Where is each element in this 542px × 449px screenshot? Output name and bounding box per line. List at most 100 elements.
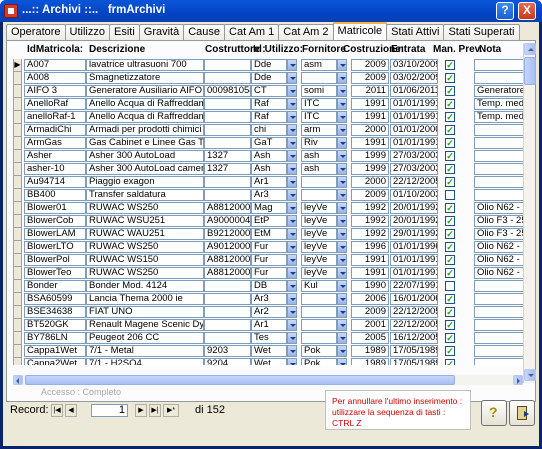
matricola-cell[interactable]: BY786LN: [24, 332, 86, 344]
utilizzo-combo[interactable]: Raf: [251, 98, 297, 110]
fornitore-combo[interactable]: ash: [301, 150, 347, 162]
matricola-cell[interactable]: BT520GK: [24, 319, 86, 331]
record-selector[interactable]: [13, 267, 22, 280]
utilizzo-combo[interactable]: Dde: [251, 72, 297, 84]
horizontal-scrollbar[interactable]: [13, 375, 523, 385]
costruttore-cell[interactable]: [204, 176, 251, 188]
fornitore-cell[interactable]: leyVe: [301, 215, 337, 227]
chevron-down-icon[interactable]: [287, 332, 297, 344]
table-row[interactable]: AIFO 3Generatore Ausiliario AIFO 160 Kw0…: [13, 85, 523, 98]
costruttore-cell[interactable]: A881200028: [204, 202, 251, 214]
descrizione-cell[interactable]: RUWAC WSU251: [86, 215, 204, 227]
chevron-down-icon[interactable]: [337, 319, 347, 331]
table-row[interactable]: Asher Asher 300 AutoLoad 1327 Ash ash 1999 27/…: [13, 150, 523, 163]
fornitore-combo[interactable]: Pok: [301, 345, 347, 357]
entrata-cell[interactable]: 01/01/1996: [390, 241, 438, 253]
utilizzo-cell[interactable]: EtM: [251, 228, 287, 240]
horizontal-scroll-thumb[interactable]: [25, 375, 455, 385]
chevron-down-icon[interactable]: [337, 137, 347, 149]
costruzione-cell[interactable]: 1991: [351, 98, 389, 110]
tab-utilizzo[interactable]: Utilizzo: [64, 24, 110, 40]
descrizione-cell[interactable]: RUWAC WS250: [86, 202, 204, 214]
table-row[interactable]: Au94714 Piaggio exagon Ar1 2000 22/12/2005 ✓: [13, 176, 523, 189]
table-row[interactable]: BlowerCob RUWAC WSU251 A9000004 EtP leyVe 199…: [13, 215, 523, 228]
scroll-right-icon[interactable]: [513, 375, 523, 385]
chevron-down-icon[interactable]: [337, 293, 347, 305]
costruzione-cell[interactable]: 1991: [351, 111, 389, 123]
utilizzo-cell[interactable]: Wet: [251, 345, 287, 357]
utilizzo-combo[interactable]: EtP: [251, 215, 297, 227]
utilizzo-cell[interactable]: Tes: [251, 332, 287, 344]
help-button[interactable]: ?: [496, 2, 514, 20]
matricola-cell[interactable]: anelloRaf-1: [24, 111, 86, 123]
chevron-down-icon[interactable]: [287, 345, 297, 357]
descrizione-cell[interactable]: Lancia Thema 2000 ie: [86, 293, 204, 305]
man-prev-checkbox[interactable]: ✓: [445, 359, 455, 365]
fornitore-cell[interactable]: arm: [301, 124, 337, 136]
descrizione-cell[interactable]: RUWAC WS250: [86, 267, 204, 279]
fornitore-combo[interactable]: [301, 293, 347, 305]
record-selector[interactable]: [13, 176, 22, 189]
matricola-cell[interactable]: BlowerLAM: [24, 228, 86, 240]
chevron-down-icon[interactable]: [287, 319, 297, 331]
chevron-down-icon[interactable]: [287, 111, 297, 123]
record-selector[interactable]: [13, 241, 22, 254]
costruttore-cell[interactable]: [204, 319, 251, 331]
table-row[interactable]: BT520GKRenault Magene Scenic Dynamique Ar…: [13, 319, 523, 332]
tab-cat-am-2[interactable]: Cat Am 2: [278, 24, 334, 40]
table-row[interactable]: ArmadiChi Armadi per prodotti chimici chi a…: [13, 124, 523, 137]
chevron-down-icon[interactable]: [337, 332, 347, 344]
nota-cell[interactable]: Temp. media: [474, 98, 523, 110]
costruttore-cell[interactable]: [204, 280, 251, 292]
matricola-cell[interactable]: asher-10: [24, 163, 86, 175]
table-row[interactable]: ArmGasGas Cabinet e Linee Gas Tossic GaT R…: [13, 137, 523, 150]
scroll-left-icon[interactable]: [13, 375, 23, 385]
entrata-cell[interactable]: 16/12/2005: [390, 332, 438, 344]
entrata-cell[interactable]: 01/01/1991: [390, 254, 438, 266]
utilizzo-cell[interactable]: Mag: [251, 202, 287, 214]
costruttore-cell[interactable]: 1327: [204, 150, 251, 162]
utilizzo-combo[interactable]: Ash: [251, 150, 297, 162]
chevron-down-icon[interactable]: [337, 124, 347, 136]
entrata-cell[interactable]: 03/10/2009: [390, 59, 438, 71]
costruzione-cell[interactable]: 1989: [351, 345, 389, 357]
entrata-cell[interactable]: 17/05/1989: [390, 345, 438, 357]
record-selector[interactable]: [13, 228, 22, 241]
next-record-button[interactable]: ▶: [135, 404, 147, 417]
utilizzo-combo[interactable]: DB: [251, 280, 297, 292]
record-number-input[interactable]: 1: [91, 404, 128, 417]
nota-cell[interactable]: Olio F3 - 250n: [474, 228, 523, 240]
descrizione-cell[interactable]: Gas Cabinet e Linee Gas Tossic: [86, 137, 204, 149]
nota-cell[interactable]: Olio N62 - 230: [474, 202, 523, 214]
chevron-down-icon[interactable]: [337, 267, 347, 279]
tab-stati-attivi[interactable]: Stati Attivi: [386, 24, 445, 40]
record-selector[interactable]: [13, 293, 22, 306]
costruttore-cell[interactable]: 1327: [204, 163, 251, 175]
chevron-down-icon[interactable]: [287, 176, 297, 188]
nota-cell[interactable]: [474, 358, 523, 365]
chevron-down-icon[interactable]: [337, 111, 347, 123]
utilizzo-combo[interactable]: chi: [251, 124, 297, 136]
help-action-button[interactable]: ?: [481, 400, 507, 426]
fornitore-cell[interactable]: [301, 176, 337, 188]
costruzione-cell[interactable]: 1992: [351, 202, 389, 214]
costruzione-cell[interactable]: 2005: [351, 332, 389, 344]
man-prev-checkbox[interactable]: ✓: [445, 151, 455, 161]
man-prev-checkbox[interactable]: ✓: [445, 229, 455, 239]
man-prev-checkbox[interactable]: ✓: [445, 216, 455, 226]
utilizzo-combo[interactable]: Ar2: [251, 306, 297, 318]
utilizzo-cell[interactable]: GaT: [251, 137, 287, 149]
tab-matricole[interactable]: Matricole: [332, 22, 388, 40]
chevron-down-icon[interactable]: [337, 306, 347, 318]
previous-record-button[interactable]: ◀: [65, 404, 77, 417]
tab-stati-superati[interactable]: Stati Superati: [443, 24, 520, 40]
new-record-button[interactable]: ▶*: [163, 404, 179, 417]
entrata-cell[interactable]: 01/01/1991: [390, 137, 438, 149]
table-row[interactable]: Cappa2Wet 7/1 - H2SO4 9204 Wet Pok 1989 17/05/…: [13, 358, 523, 365]
table-row[interactable]: A008 Smagnetizzatore Dde 2009 03/02/2009 ✓: [13, 72, 523, 85]
fornitore-cell[interactable]: [301, 332, 337, 344]
record-selector[interactable]: [13, 306, 22, 319]
chevron-down-icon[interactable]: [337, 254, 347, 266]
record-selector[interactable]: [13, 111, 22, 124]
fornitore-combo[interactable]: ITC: [301, 111, 347, 123]
